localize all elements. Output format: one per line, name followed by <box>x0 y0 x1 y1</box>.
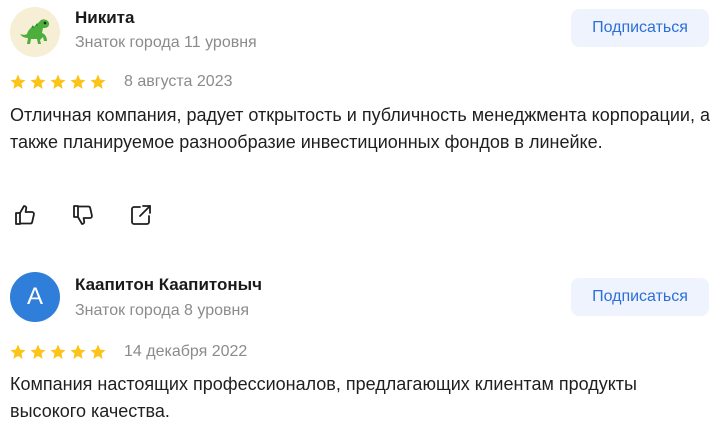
star-icon <box>70 344 86 359</box>
dislike-icon[interactable] <box>70 202 96 228</box>
star-icon <box>90 344 106 359</box>
review-date: 8 августа 2023 <box>124 73 233 90</box>
avatar-letter: А <box>26 283 43 310</box>
reviewer-name[interactable]: Никита <box>75 8 134 28</box>
star-icon <box>10 344 26 359</box>
star-icon <box>70 74 86 89</box>
subscribe-button[interactable]: Подписаться <box>571 278 709 316</box>
star-icon <box>90 74 106 89</box>
reviewer-level: Знаток города 8 уровня <box>75 302 250 319</box>
user-avatar[interactable]: А <box>10 272 60 322</box>
user-avatar[interactable] <box>10 7 60 57</box>
star-icon <box>50 344 66 359</box>
review-date: 14 декабря 2022 <box>124 343 248 360</box>
share-icon[interactable] <box>128 202 154 228</box>
reviewer-level: Знаток города 11 уровня <box>75 34 257 51</box>
reviewer-name[interactable]: Каапитон Каапитоныч <box>75 275 262 295</box>
review-actions <box>12 202 154 228</box>
star-icon <box>30 74 46 89</box>
star-icon <box>50 74 66 89</box>
like-icon[interactable] <box>12 202 38 228</box>
star-icon <box>30 344 46 359</box>
dinosaur-icon <box>20 19 50 44</box>
review-text: Отличная компания, радует открытость и п… <box>10 105 710 152</box>
rating-stars <box>9 343 107 361</box>
star-icon <box>10 74 26 89</box>
subscribe-button[interactable]: Подписаться <box>571 9 709 47</box>
rating-stars <box>9 73 107 91</box>
